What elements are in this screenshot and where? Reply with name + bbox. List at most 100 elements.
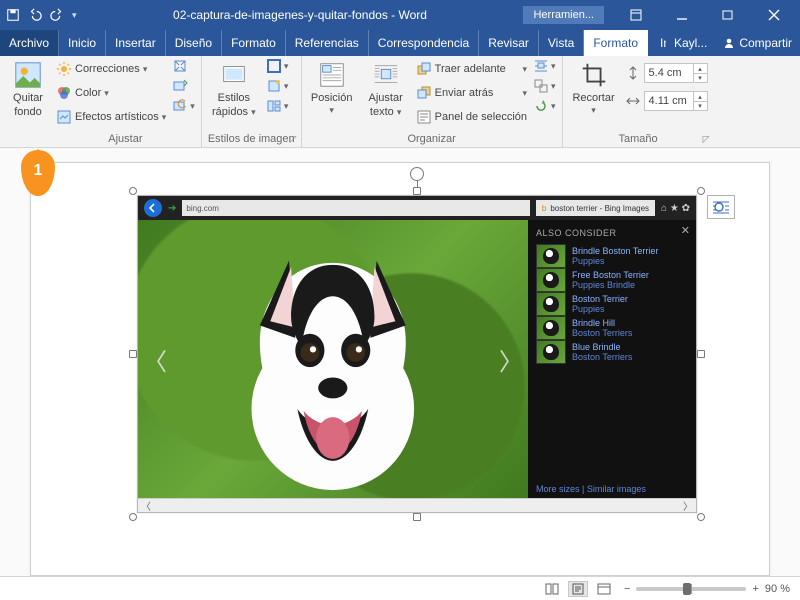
close-icon[interactable] xyxy=(754,0,794,30)
send-backward-button[interactable]: Enviar atrás▾ xyxy=(416,82,527,104)
browser-window-icons: ⌂ ★ ✿ xyxy=(661,203,690,214)
compress-pictures-button[interactable] xyxy=(172,58,195,74)
title-bar: ▾ 02-captura-de-imagenes-y-quitar-fondos… xyxy=(0,0,800,30)
resize-handle[interactable] xyxy=(697,187,705,195)
corrections-button[interactable]: Correcciones▾ xyxy=(56,58,166,80)
read-mode-button[interactable] xyxy=(542,581,562,597)
suggestion-item: Brindle HillBoston Terriers xyxy=(536,316,688,340)
close-panel-icon: ✕ xyxy=(681,224,690,237)
resize-handle[interactable] xyxy=(413,187,421,195)
tab-design[interactable]: Diseño xyxy=(166,30,222,56)
quick-styles-icon xyxy=(219,60,249,90)
suggestion-thumb xyxy=(536,268,566,292)
group-adjust: Correcciones▾ Color▾ Efectos artísticos▾… xyxy=(50,56,202,147)
tab-review[interactable]: Revisar xyxy=(479,30,539,56)
suggestion-line1: Free Boston Terrier xyxy=(572,270,649,280)
suggestion-line2: Boston Terriers xyxy=(572,352,632,362)
rotate-handle[interactable] xyxy=(410,167,424,181)
account-user[interactable]: Kayl... xyxy=(666,30,715,56)
undo-icon[interactable] xyxy=(28,8,42,22)
resize-handle[interactable] xyxy=(129,513,137,521)
picture-border-button[interactable]: ▾ xyxy=(266,58,289,74)
align-button[interactable]: ▾ xyxy=(533,58,556,74)
zoom-slider[interactable] xyxy=(636,587,746,591)
group-button[interactable]: ▾ xyxy=(533,78,556,94)
resize-handle[interactable] xyxy=(697,513,705,521)
wrap-icon xyxy=(371,60,401,90)
group-icon xyxy=(533,78,549,94)
zoom-in-button[interactable]: + xyxy=(752,583,758,595)
next-image-icon: 〉 xyxy=(498,339,524,379)
tab-layout[interactable]: Formato xyxy=(222,30,286,56)
suggestion-thumb xyxy=(536,340,566,364)
qat-customize-icon[interactable]: ▾ xyxy=(72,10,77,21)
width-field[interactable]: 4.11 cm▴▾ xyxy=(625,90,708,112)
resize-handle[interactable] xyxy=(413,513,421,521)
picture-effects-button[interactable]: ▾ xyxy=(266,78,289,94)
selected-picture[interactable]: ➔ bing.com bboston terrier - Bing Images… xyxy=(137,195,697,513)
tab-insert[interactable]: Insertar xyxy=(106,30,166,56)
ribbon-options-icon[interactable] xyxy=(616,0,656,30)
forward-icon: ➔ xyxy=(168,203,176,214)
layout-options-button[interactable] xyxy=(707,195,735,219)
tab-references[interactable]: Referencias xyxy=(286,30,369,56)
tab-file[interactable]: Archivo xyxy=(0,30,59,56)
layout-icon xyxy=(266,98,282,114)
tab-format[interactable]: Formato xyxy=(584,30,648,56)
crop-button[interactable]: Recortar▾ xyxy=(569,58,619,116)
picture-layout-button[interactable]: ▾ xyxy=(266,98,289,114)
position-icon xyxy=(317,60,347,90)
selection-pane-button[interactable]: Panel de selección xyxy=(416,106,527,128)
dialog-launcher-icon[interactable]: ◸ xyxy=(703,134,710,145)
share-label: Compartir xyxy=(739,36,792,50)
maximize-icon[interactable] xyxy=(708,0,748,30)
zoom-out-button[interactable]: − xyxy=(624,583,630,595)
group-size-label: Tamaño xyxy=(618,133,657,145)
remove-background-label2: fondo xyxy=(14,106,42,118)
page[interactable]: ➔ bing.com bboston terrier - Bing Images… xyxy=(30,162,770,576)
bring-forward-button[interactable]: Traer adelante▾ xyxy=(416,58,527,80)
zoom-percent[interactable]: 90 % xyxy=(765,583,790,595)
suggestion-item: Free Boston TerrierPuppies Brindle xyxy=(536,268,688,292)
save-icon[interactable] xyxy=(6,8,20,22)
remove-background-label1: Quitar xyxy=(13,92,43,104)
tab-mailings[interactable]: Correspondencia xyxy=(369,30,479,56)
color-button[interactable]: Color▾ xyxy=(56,82,166,104)
position-button[interactable]: Posición▾ xyxy=(308,58,356,116)
quick-access-toolbar: ▾ xyxy=(6,8,77,22)
resize-handle[interactable] xyxy=(697,350,705,358)
reset-picture-button[interactable]: ▾ xyxy=(172,98,195,114)
screenshot-content: ➔ bing.com bboston terrier - Bing Images… xyxy=(138,196,696,512)
quick-styles-button[interactable]: Estilos rápidos ▾ xyxy=(208,58,260,118)
tab-view[interactable]: Vista xyxy=(539,30,584,56)
document-area[interactable]: 1 ➔ bing.com bboston terrier - Bing Imag… xyxy=(0,148,800,576)
embedded-browser-chrome: ➔ bing.com bboston terrier - Bing Images… xyxy=(138,196,696,220)
resize-handle[interactable] xyxy=(129,350,137,358)
tab-home[interactable]: Inicio xyxy=(59,30,106,56)
wrap-text-button[interactable]: Ajustar texto ▾ xyxy=(362,58,410,118)
suggestion-line1: Blue Brindle xyxy=(572,342,632,352)
tell-me-search[interactable]: Indicar... xyxy=(648,30,666,56)
zoom-controls: − + 90 % xyxy=(624,583,790,595)
rotate-button[interactable]: ▾ xyxy=(533,98,556,114)
artistic-effects-button[interactable]: Efectos artísticos▾ xyxy=(56,106,166,128)
change-picture-button[interactable] xyxy=(172,78,195,94)
web-layout-button[interactable] xyxy=(594,581,614,597)
share-button[interactable]: Compartir xyxy=(715,30,800,56)
rotate-icon xyxy=(533,98,549,114)
more-links: More sizes | Similar images xyxy=(536,484,688,494)
suggestion-line2: Puppies Brindle xyxy=(572,280,649,290)
minimize-icon[interactable] xyxy=(662,0,702,30)
height-field[interactable]: 5.4 cm▴▾ xyxy=(625,62,708,84)
resize-handle[interactable] xyxy=(129,187,137,195)
group-arrange-label: Organizar xyxy=(407,133,455,145)
remove-background-button[interactable]: Quitar fondo xyxy=(6,58,50,118)
artistic-icon xyxy=(56,109,72,125)
group-arrange: Posición▾ Ajustar texto ▾ Traer adelante… xyxy=(302,56,563,147)
ribbon-tabs: Archivo Inicio Insertar Diseño Formato R… xyxy=(0,30,800,56)
print-layout-button[interactable] xyxy=(568,581,588,597)
dialog-launcher-icon[interactable]: ◸ xyxy=(290,134,297,145)
also-consider-heading: ALSO CONSIDER xyxy=(536,228,688,238)
suggestion-line1: Brindle Hill xyxy=(572,318,632,328)
redo-icon[interactable] xyxy=(50,8,64,22)
